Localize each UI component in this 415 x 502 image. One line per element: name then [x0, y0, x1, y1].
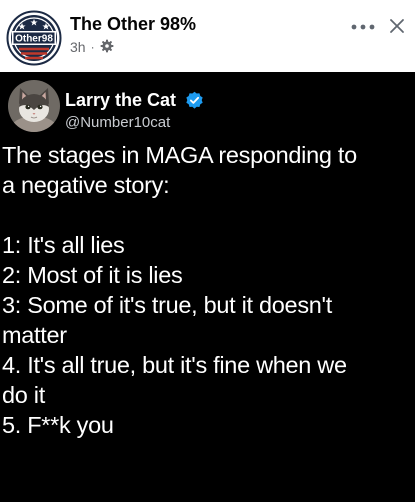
- verified-badge-icon: [185, 91, 204, 110]
- gear-icon[interactable]: [100, 39, 114, 56]
- tweet-line: matter: [2, 322, 67, 348]
- more-horizontal-icon[interactable]: [350, 20, 376, 32]
- tweet-line: 3: Some of it's true, but it doesn't: [2, 292, 332, 318]
- tweet-line: a negative story:: [2, 172, 170, 198]
- page-avatar[interactable]: Other98: [6, 10, 62, 66]
- tweet-handle[interactable]: @Number10cat: [65, 114, 170, 131]
- post-header: Other98 The Other 98% 3h ·: [0, 0, 415, 72]
- cat-avatar-image: [8, 80, 60, 132]
- tweet-line: 1: It's all lies: [2, 232, 125, 258]
- tweet-line: do it: [2, 382, 45, 408]
- tweet-line: The stages in MAGA responding to: [2, 142, 357, 168]
- meta-separator: ·: [90, 40, 95, 54]
- post-meta: 3h ·: [70, 38, 114, 56]
- tweet-avatar[interactable]: [8, 80, 60, 132]
- close-icon[interactable]: [389, 18, 405, 34]
- tweet-author-name[interactable]: Larry the Cat: [65, 90, 176, 111]
- other98-logo: Other98: [6, 10, 62, 66]
- svg-text:Other98: Other98: [15, 34, 53, 45]
- tweet-line: 4. It's all true, but it's fine when we: [2, 352, 347, 378]
- tweet-line: 5. F**k you: [2, 412, 114, 438]
- page-name[interactable]: The Other 98%: [70, 14, 196, 35]
- tweet-line: 2: Most of it is lies: [2, 262, 183, 288]
- tweet-card[interactable]: Larry the Cat @Number10cat The stages in…: [0, 72, 415, 502]
- tweet-text: The stages in MAGA responding to a negat…: [2, 140, 412, 440]
- post-time[interactable]: 3h: [70, 39, 86, 55]
